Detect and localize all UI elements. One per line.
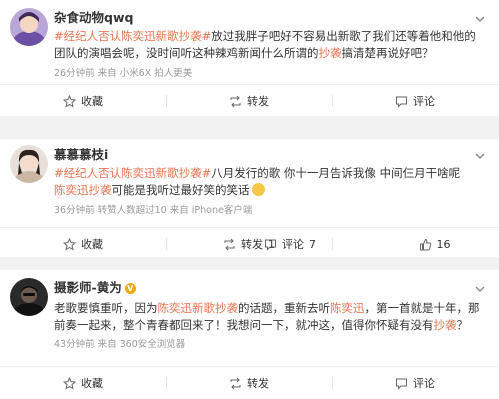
repost-label: 转发 xyxy=(247,377,269,390)
star-icon xyxy=(63,237,76,251)
action-bar: 收藏 转发 评论 xyxy=(0,84,499,117)
keyword-link[interactable]: 陈奕迅 xyxy=(330,301,365,315)
post-content: #经纪人否认陈奕迅新歌抄袭#八月发行的歌 你十一月告诉我像 中间仨月干啥呢陈奕迅… xyxy=(54,165,485,199)
collect-button[interactable]: 收藏 xyxy=(0,367,166,399)
comment-icon xyxy=(264,238,277,251)
action-bar: 收藏 转发 1 评论 7 16 xyxy=(0,227,499,260)
like-button[interactable]: 16 xyxy=(370,228,499,260)
collect-button[interactable]: 收藏 xyxy=(0,228,166,260)
collect-label: 收藏 xyxy=(81,238,103,251)
comment-label: 评论 xyxy=(282,238,304,251)
post-card: 摄影师-黄为 V 老歌要慎重听，因为陈奕迅新歌抄袭的话题，重新去听陈奕迅，第一首就… xyxy=(0,270,499,399)
repost-button[interactable]: 转发 xyxy=(166,85,332,117)
chevron-down-icon[interactable] xyxy=(473,282,487,296)
thumbs-up-icon xyxy=(419,238,432,251)
repost-button[interactable]: 转发 xyxy=(166,367,332,399)
comment-button[interactable]: 评论 xyxy=(332,367,498,399)
post-content: #经纪人否认陈奕迅新歌抄袭#放过我胖子吧好不容易出新歌了我们还等着他和他的团队的… xyxy=(54,28,485,62)
post-meta: 26分钟前 来自 小米6X 拍人更美 xyxy=(54,68,193,79)
topic-link[interactable]: #经纪人否认陈奕迅新歌抄袭# xyxy=(54,166,211,180)
comment-icon xyxy=(395,377,408,390)
chevron-down-icon[interactable] xyxy=(473,12,487,26)
post-content: 老歌要慎重听，因为陈奕迅新歌抄袭的话题，重新去听陈奕迅，第一首就是十年，那前奏一… xyxy=(54,300,485,334)
content-text: ？ xyxy=(456,318,469,332)
star-icon xyxy=(63,94,76,108)
like-count: 16 xyxy=(436,237,451,251)
verified-badge-icon: V xyxy=(124,283,136,294)
username[interactable]: 摄影师-黄为 V xyxy=(54,280,136,296)
avatar-image xyxy=(10,145,48,183)
post-card: 杂食动物qwq #经纪人否认陈奕迅新歌抄袭#放过我胖子吧好不容易出新歌了我们还等… xyxy=(0,0,499,116)
repost-icon xyxy=(229,95,242,108)
username[interactable]: 杂食动物qwq xyxy=(54,10,133,26)
comment-button[interactable]: 评论 xyxy=(332,85,498,117)
avatar[interactable] xyxy=(10,145,48,183)
username[interactable]: 慕慕慕枝i xyxy=(54,147,108,163)
avatar-image xyxy=(10,8,48,46)
avatar-image xyxy=(10,278,48,316)
keyword-link[interactable]: 抄袭 xyxy=(434,318,457,332)
content-text: 搞清楚再说好吧？ xyxy=(341,46,434,60)
post-meta: 43分钟前 来自 360安全浏览器 xyxy=(54,339,186,350)
comment-button[interactable]: 评论 7 xyxy=(230,228,350,260)
keyword-link[interactable]: 抄袭 xyxy=(319,46,342,60)
keyword-link[interactable]: 陈奕迅抄袭 xyxy=(54,183,112,197)
topic-link[interactable]: #经纪人否认陈奕迅新歌抄袭# xyxy=(54,29,211,43)
content-text: 的话题，重新去听 xyxy=(238,301,330,315)
action-bar: 收藏 转发 评论 xyxy=(0,366,499,399)
chevron-down-icon[interactable] xyxy=(473,149,487,163)
comment-label: 评论 xyxy=(413,377,435,390)
star-icon xyxy=(63,376,76,390)
avatar[interactable] xyxy=(10,278,48,316)
avatar[interactable] xyxy=(10,8,48,46)
post-meta: 36分钟前 转赞人数超过10 来自 iPhone客户端 xyxy=(54,205,253,216)
keyword-link[interactable]: 陈奕迅新歌抄袭 xyxy=(158,301,239,315)
content-text: 八月发行的歌 你十一月告诉我像 中间仨月干啥呢 xyxy=(211,166,461,180)
collect-label: 收藏 xyxy=(81,95,103,108)
laughing-emoji-icon xyxy=(251,183,265,196)
username-text: 摄影师-黄为 xyxy=(54,280,122,295)
collect-label: 收藏 xyxy=(81,377,103,390)
repost-icon xyxy=(229,377,242,390)
post-card: 慕慕慕枝i #经纪人否认陈奕迅新歌抄袭#八月发行的歌 你十一月告诉我像 中间仨月… xyxy=(0,139,499,257)
comment-count: 7 xyxy=(309,237,316,251)
comment-icon xyxy=(395,95,408,108)
comment-label: 评论 xyxy=(413,95,435,108)
repost-label: 转发 xyxy=(247,95,269,108)
content-text: 老歌要慎重听，因为 xyxy=(54,301,158,315)
content-text: 可能是我听过最好笑的笑话 xyxy=(111,183,250,197)
collect-button[interactable]: 收藏 xyxy=(0,85,166,117)
